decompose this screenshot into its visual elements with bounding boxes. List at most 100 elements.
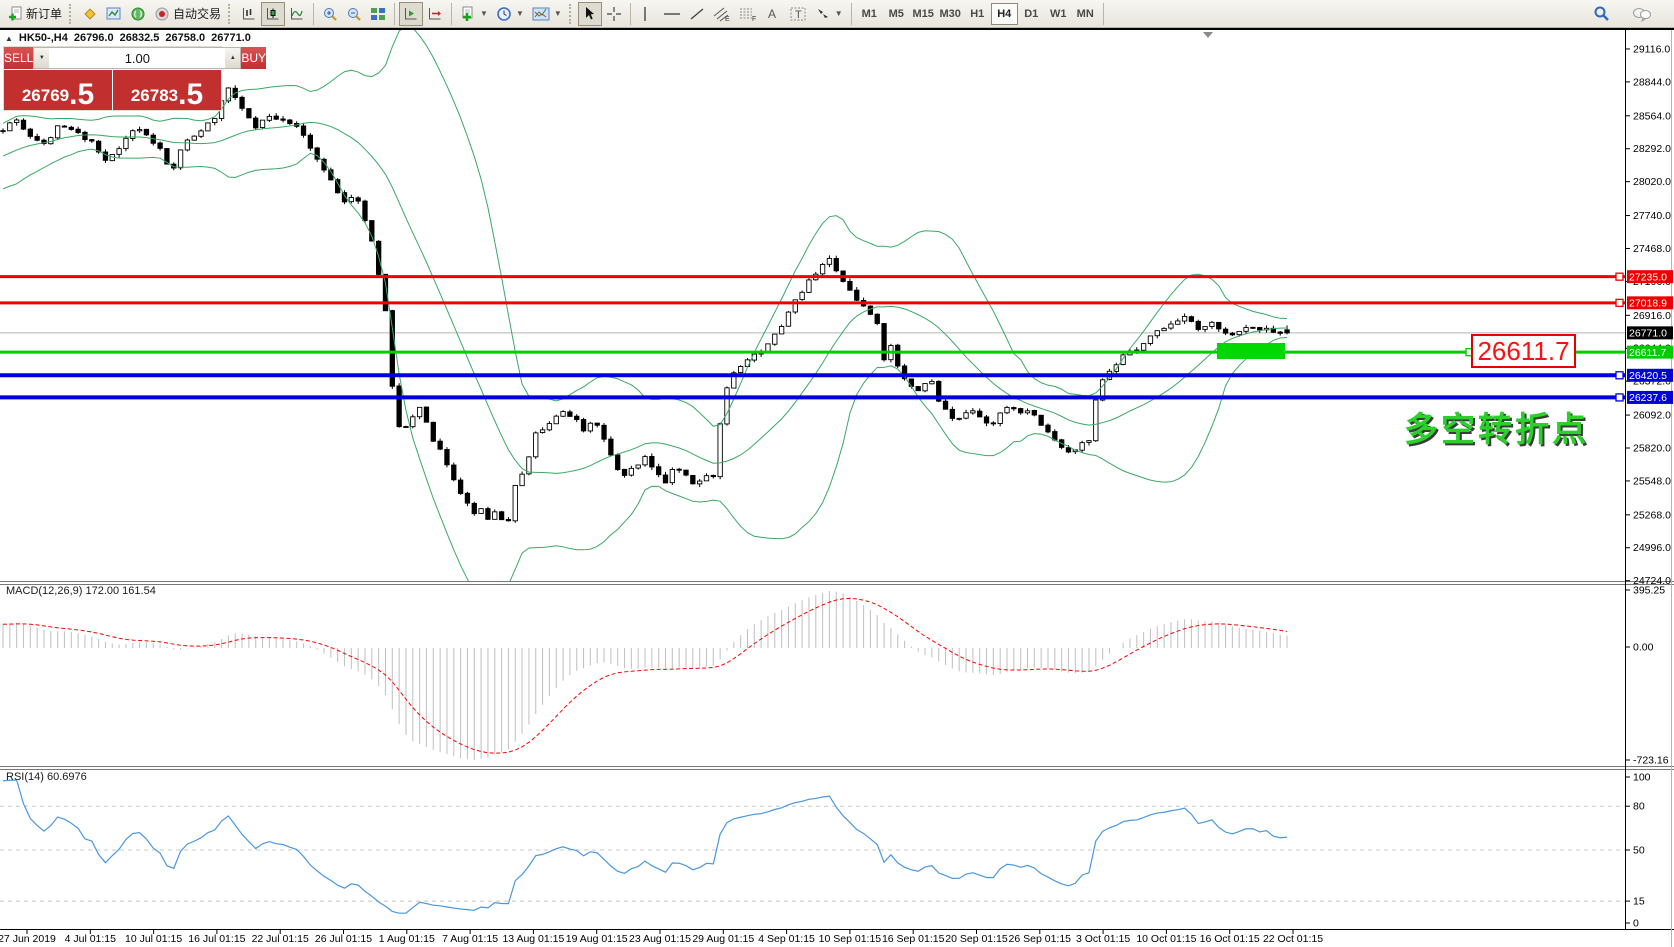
price-tick-label: 27740.0 — [1633, 210, 1671, 222]
vertical-line-button[interactable] — [635, 2, 659, 26]
zoom-out-button[interactable] — [342, 2, 366, 26]
text-label-icon: T — [789, 6, 807, 22]
time-axis-label[interactable]: 22 Oct 01:15 — [1263, 933, 1323, 945]
highlight-rectangle[interactable] — [1217, 343, 1285, 359]
dropdown-arrow-icon: ▼ — [835, 9, 843, 18]
time-axis-label[interactable]: 26 Sep 01:15 — [1009, 933, 1072, 945]
time-axis-label[interactable]: 1 Aug 01:15 — [379, 933, 435, 945]
volume-control: ▼ ▲ — [33, 47, 241, 69]
high-value: 26832.5 — [120, 32, 160, 44]
timeframe-w1-button[interactable]: W1 — [1045, 3, 1072, 25]
time-axis-label[interactable]: 4 Jul 01:15 — [65, 933, 117, 945]
time-axis-label[interactable]: 10 Sep 01:15 — [819, 933, 882, 945]
timeframe-m5-button[interactable]: M5 — [883, 3, 910, 25]
trendline-button[interactable] — [685, 2, 709, 26]
price-tick-label: 26092.0 — [1633, 410, 1671, 422]
sell-button[interactable]: SELL — [4, 47, 33, 69]
level-handle[interactable] — [1616, 273, 1623, 280]
periods-button[interactable]: ▼ — [492, 2, 528, 26]
level-handle[interactable] — [1616, 372, 1623, 379]
text-button[interactable]: A — [761, 2, 785, 26]
time-axis-label[interactable]: 10 Jul 01:15 — [125, 933, 182, 945]
equidistant-channel-button[interactable]: E — [709, 2, 735, 26]
price-tick-label: 27468.0 — [1633, 243, 1671, 255]
signals-button[interactable] — [126, 2, 150, 26]
time-axis-label[interactable]: 7 Aug 01:15 — [442, 933, 498, 945]
timeframe-m30-button[interactable]: M30 — [937, 3, 964, 25]
price-tick-label: 24996.0 — [1633, 542, 1671, 554]
timeframe-m15-button[interactable]: M15 — [910, 3, 937, 25]
new-order-button[interactable]: 新订单 — [4, 2, 66, 26]
chart-window-button[interactable] — [102, 2, 126, 26]
timeframe-h1-button[interactable]: H1 — [964, 3, 991, 25]
arrows-button[interactable]: ▼ — [811, 2, 847, 26]
horizontal-line-button[interactable] — [659, 2, 685, 26]
level-badge-text: 27018.9 — [1629, 298, 1667, 310]
buy-button[interactable]: BUY — [241, 47, 266, 69]
collapse-panel-icon[interactable]: ▲ — [5, 34, 13, 43]
auto-trading-button[interactable]: 自动交易 — [150, 2, 225, 26]
time-axis-label[interactable]: 10 Oct 01:15 — [1136, 933, 1196, 945]
price-tick-label: 29116.0 — [1633, 43, 1670, 55]
level-badge-text: 26237.6 — [1629, 392, 1667, 404]
time-axis-label[interactable]: 26 Jul 01:15 — [315, 933, 372, 945]
volume-decrease-button[interactable]: ▼ — [34, 48, 49, 68]
chart-canvas[interactable]: 29116.028844.028564.028292.028020.027740… — [0, 28, 1674, 947]
chart-shift-button[interactable] — [423, 2, 447, 26]
time-axis-label[interactable]: 16 Jul 01:15 — [188, 933, 245, 945]
rsi-axis-label: 50 — [1633, 845, 1645, 857]
line-chart-button[interactable] — [285, 2, 309, 26]
time-axis-label[interactable]: 22 Jul 01:15 — [252, 933, 309, 945]
fibonacci-button[interactable]: F — [735, 2, 761, 26]
time-axis-label[interactable]: 29 Aug 01:15 — [692, 933, 754, 945]
volume-increase-button[interactable]: ▲ — [225, 48, 240, 68]
toolbar-separator — [630, 3, 631, 25]
timeframe-d1-button[interactable]: D1 — [1018, 3, 1045, 25]
rsi-axis-label: 100 — [1633, 772, 1651, 784]
open-value: 26796.0 — [74, 32, 114, 44]
toolbar-grip — [69, 4, 75, 24]
time-axis-label[interactable]: 16 Oct 01:15 — [1200, 933, 1260, 945]
buy-price[interactable]: 26783.5 — [113, 70, 221, 110]
auto-scroll-button[interactable] — [399, 2, 423, 26]
time-axis-label[interactable]: 13 Aug 01:15 — [502, 933, 564, 945]
one-click-trading-panel: SELL ▼ ▲ BUY 26769.5 26783.5 — [3, 46, 222, 111]
time-axis-label[interactable]: 19 Aug 01:15 — [566, 933, 628, 945]
candlestick-chart-button[interactable] — [261, 2, 285, 26]
dropdown-arrow-icon: ▼ — [516, 9, 524, 18]
turning-point-note[interactable]: 多空转折点 — [1404, 402, 1589, 451]
indicators-button[interactable]: ▼ — [456, 2, 492, 26]
chat-button[interactable] — [1628, 2, 1656, 26]
text-icon: A — [765, 6, 779, 22]
cursor-button[interactable] — [578, 2, 602, 26]
search-button[interactable] — [1589, 2, 1614, 26]
price-tick-label: 25268.0 — [1633, 509, 1671, 521]
time-axis-label[interactable]: 20 Sep 01:15 — [945, 933, 1008, 945]
svg-text:T: T — [795, 9, 802, 21]
templates-button[interactable]: ▼ — [528, 2, 566, 26]
sell-price[interactable]: 26769.5 — [4, 70, 112, 110]
vertical-line-icon — [639, 6, 651, 22]
market-watch-button[interactable] — [78, 2, 102, 26]
time-axis-label[interactable]: 3 Oct 01:15 — [1076, 933, 1130, 945]
channel-icon: E — [713, 6, 731, 22]
timeframe-mn-button[interactable]: MN — [1072, 3, 1099, 25]
crosshair-button[interactable] — [602, 2, 626, 26]
volume-input[interactable] — [49, 48, 225, 68]
bar-chart-button[interactable] — [237, 2, 261, 26]
zoom-in-button[interactable] — [318, 2, 342, 26]
tile-windows-button[interactable] — [366, 2, 390, 26]
level-handle[interactable] — [1616, 299, 1623, 306]
level-handle[interactable] — [1616, 394, 1623, 401]
time-axis-label[interactable]: 27 Jun 2019 — [0, 933, 56, 945]
time-axis-label[interactable]: 16 Sep 01:15 — [882, 933, 945, 945]
timeframe-m1-button[interactable]: M1 — [856, 3, 883, 25]
toolbar-separator — [1103, 3, 1104, 25]
chat-icon — [1632, 6, 1652, 22]
timeframe-h4-button[interactable]: H4 — [991, 3, 1018, 25]
time-axis-label[interactable]: 23 Aug 01:15 — [629, 933, 691, 945]
time-axis-label[interactable]: 4 Sep 01:15 — [758, 933, 815, 945]
price-callout-box[interactable]: 26611.7 — [1471, 334, 1576, 368]
text-label-button[interactable]: T — [785, 2, 811, 26]
buy-price-frac: .5 — [178, 84, 203, 106]
